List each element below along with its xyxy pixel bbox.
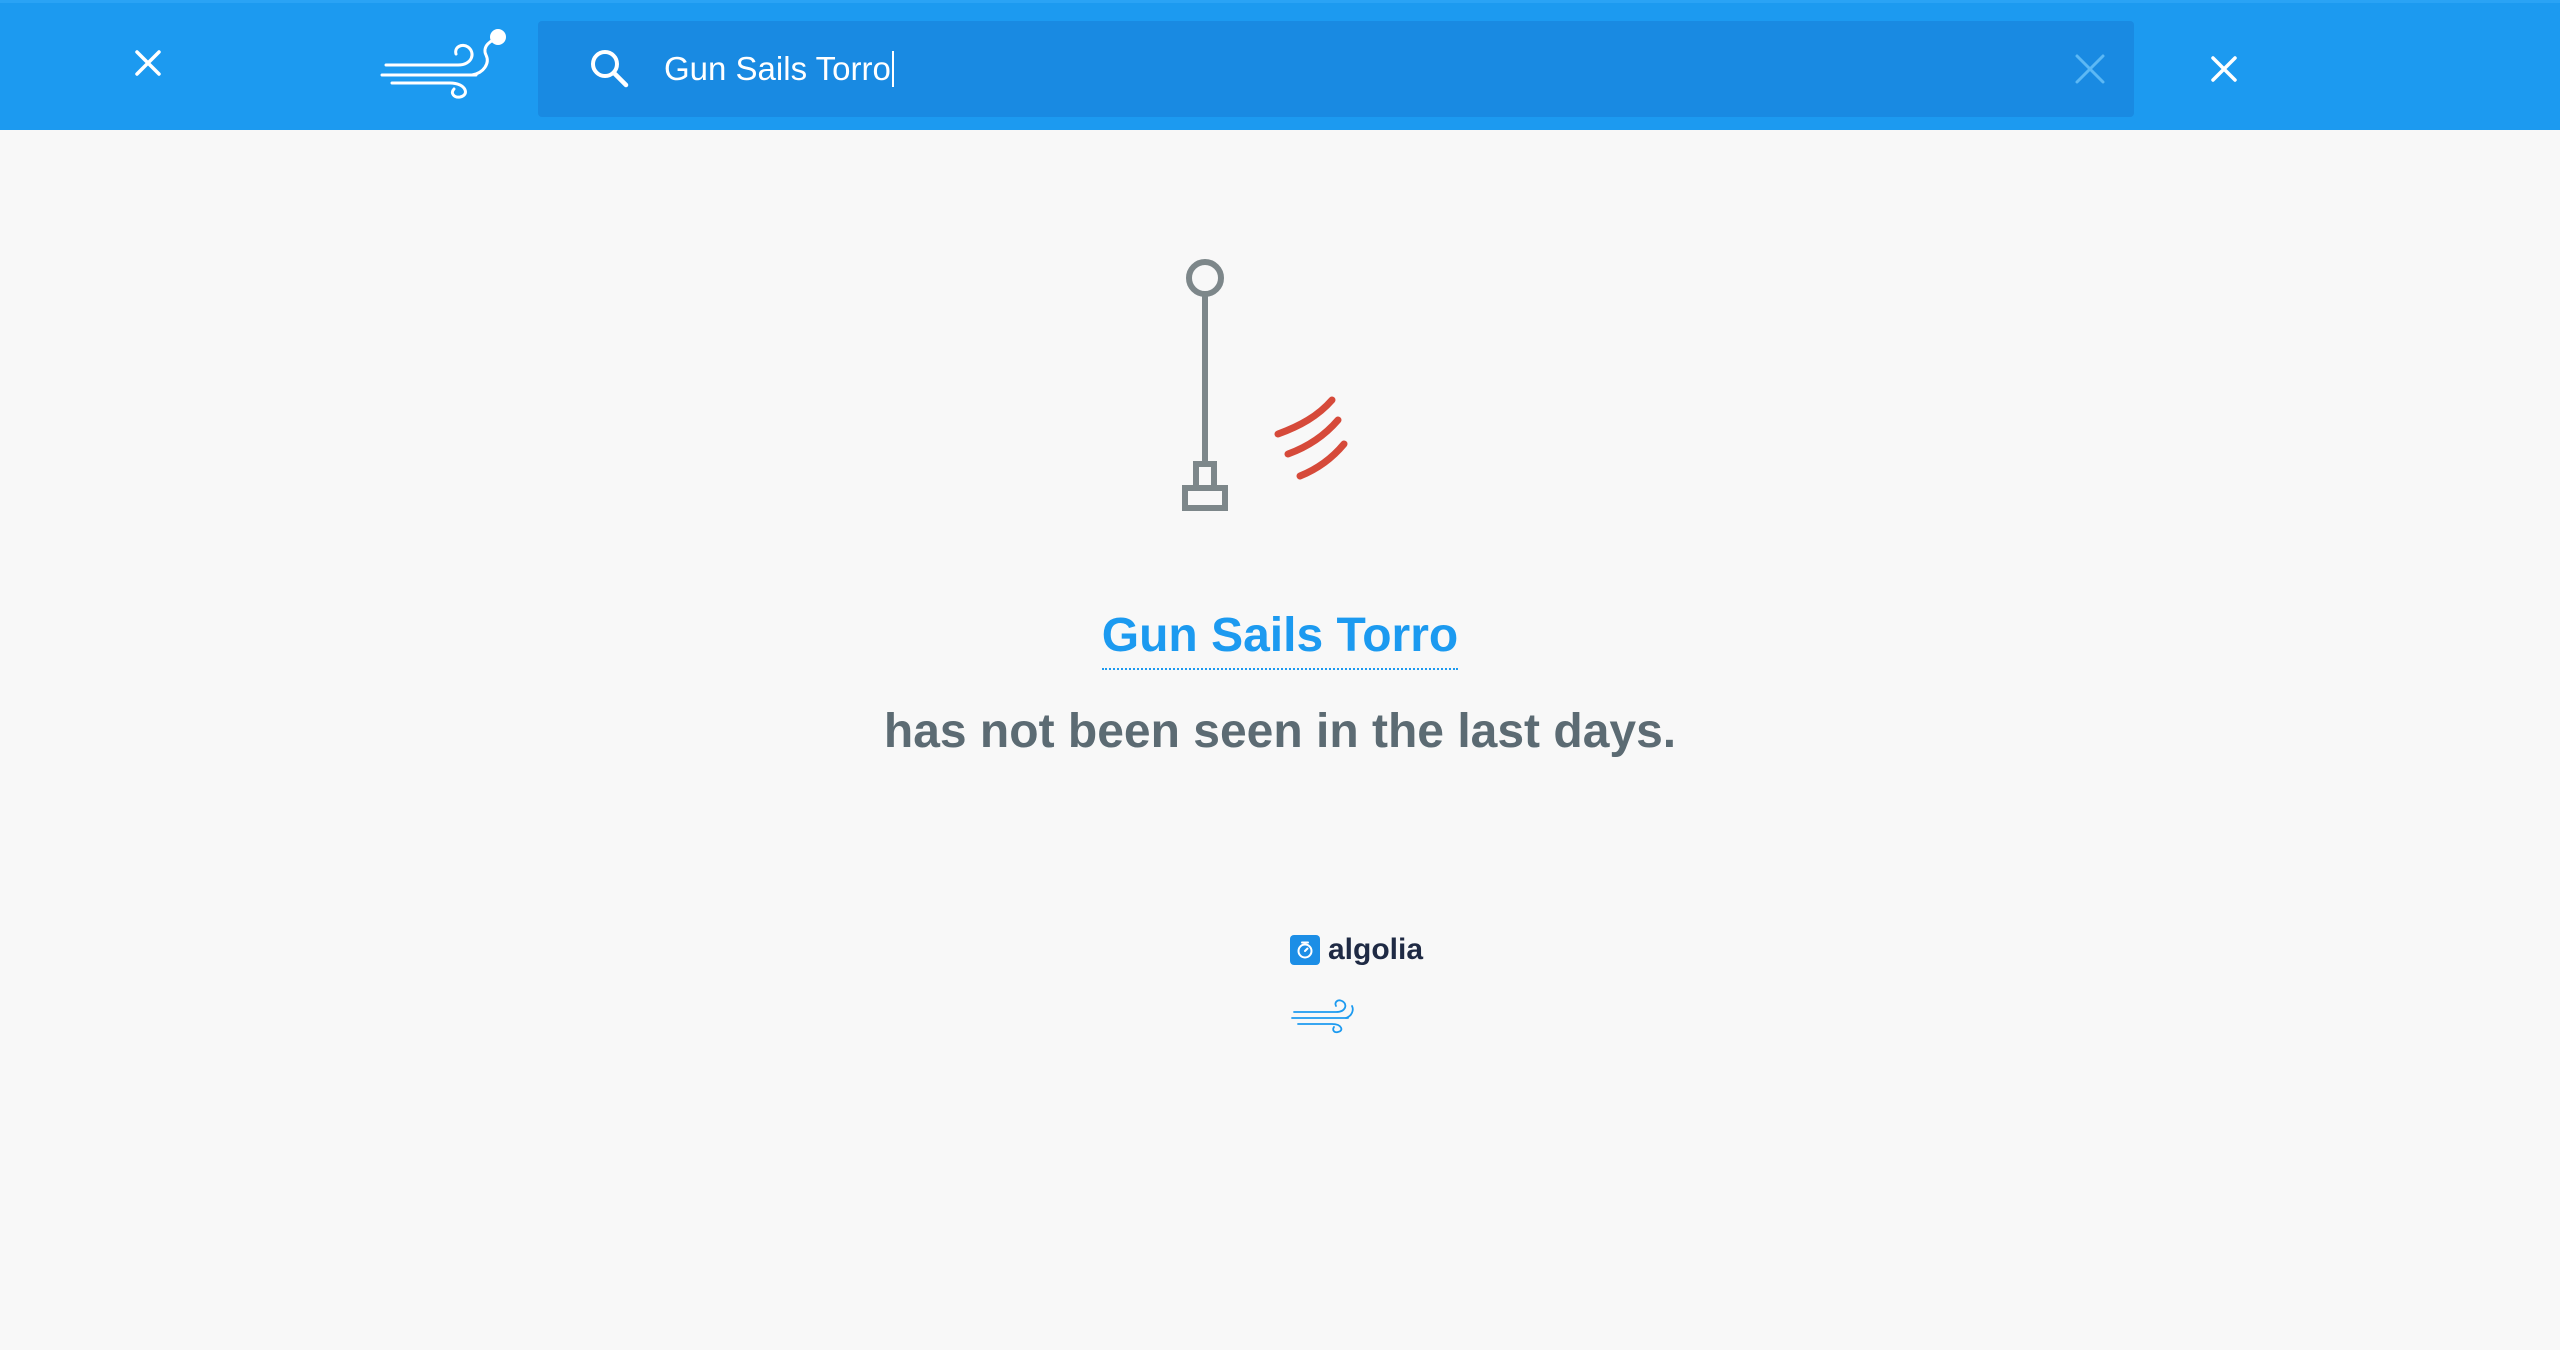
close-icon[interactable] bbox=[2194, 39, 2254, 99]
search-icon[interactable] bbox=[586, 45, 634, 93]
not-seen-message: has not been seen in the last days. bbox=[883, 705, 1677, 758]
windsock-pole-icon bbox=[1160, 248, 1380, 528]
algolia-icon bbox=[1290, 935, 1320, 965]
searched-query-title: Gun Sails Torro bbox=[0, 606, 2560, 670]
powered-by-algolia[interactable]: algolia bbox=[1290, 930, 1423, 970]
search-bar[interactable]: Gun Sails Torro bbox=[538, 21, 2134, 117]
search-input-value: Gun Sails Torro bbox=[664, 50, 891, 87]
wind-logo-icon bbox=[1290, 996, 1358, 1034]
top-bar: Gun Sails Torro bbox=[0, 0, 2560, 130]
clear-icon[interactable] bbox=[2064, 43, 2116, 95]
searched-query-link[interactable]: Gun Sails Torro bbox=[1101, 606, 1459, 670]
close-icon[interactable] bbox=[118, 33, 178, 93]
search-input[interactable]: Gun Sails Torro bbox=[664, 37, 894, 101]
algolia-label: algolia bbox=[1328, 933, 1424, 966]
text-caret bbox=[891, 51, 894, 88]
wind-logo-icon[interactable] bbox=[380, 23, 520, 99]
